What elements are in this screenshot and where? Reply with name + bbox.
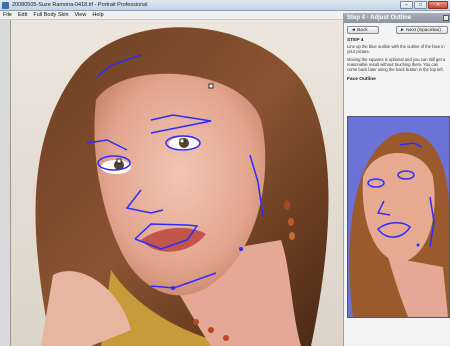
maximize-button[interactable]: □	[414, 1, 427, 9]
earring-bottom	[289, 232, 295, 240]
window-controls: – □ ✕	[400, 1, 448, 9]
control-point[interactable]	[116, 158, 122, 164]
necklace-bead	[193, 319, 199, 325]
next-button[interactable]: ► Next (Spacebar)	[396, 26, 448, 34]
menu-full-body-skin[interactable]: Full Body Skin	[30, 12, 71, 18]
instruction-text: Line up the blue outline with the outlin…	[347, 44, 445, 54]
earring-middle	[288, 218, 294, 226]
title-bar: 20080505-Suze Ramona-0418.tif - Portrait…	[0, 0, 450, 11]
panel-header: Step 4 - Adjust Outline	[344, 13, 450, 23]
necklace-bead	[208, 327, 214, 333]
section-title: Face Outline	[347, 77, 376, 82]
menu-view[interactable]: View	[72, 12, 90, 18]
necklace-bead	[223, 335, 229, 341]
minimize-button[interactable]: –	[400, 1, 413, 9]
step-title: STEP 4	[347, 38, 364, 43]
control-point[interactable]	[239, 247, 243, 251]
menu-edit[interactable]: Edit	[15, 12, 30, 18]
back-button[interactable]: ◄ Back	[347, 26, 379, 34]
menu-file[interactable]: File	[0, 12, 15, 18]
menu-help[interactable]: Help	[89, 12, 106, 18]
earring-top	[284, 200, 290, 210]
wizard-nav: ◄ Back ► Next (Spacebar)	[344, 23, 450, 34]
panel-popout-icon[interactable]	[443, 15, 449, 21]
window-title: 20080505-Suze Ramona-0418.tif - Portrait…	[12, 2, 148, 8]
close-button[interactable]: ✕	[428, 1, 448, 9]
face-outline-preview	[347, 116, 450, 318]
photo-canvas[interactable]	[10, 20, 343, 346]
instruction-text: Moving the squares is optional and you c…	[347, 57, 446, 72]
control-point[interactable]	[179, 138, 185, 144]
control-point[interactable]	[208, 83, 214, 89]
preview-image	[349, 132, 449, 317]
panel-title: Step 4 - Adjust Outline	[347, 15, 412, 21]
portrait-image	[11, 20, 343, 346]
app-icon	[2, 1, 9, 9]
preview-point	[416, 243, 420, 247]
control-point[interactable]	[171, 286, 175, 290]
wizard-panel: Step 4 - Adjust Outline ◄ Back ► Next (S…	[343, 13, 450, 346]
